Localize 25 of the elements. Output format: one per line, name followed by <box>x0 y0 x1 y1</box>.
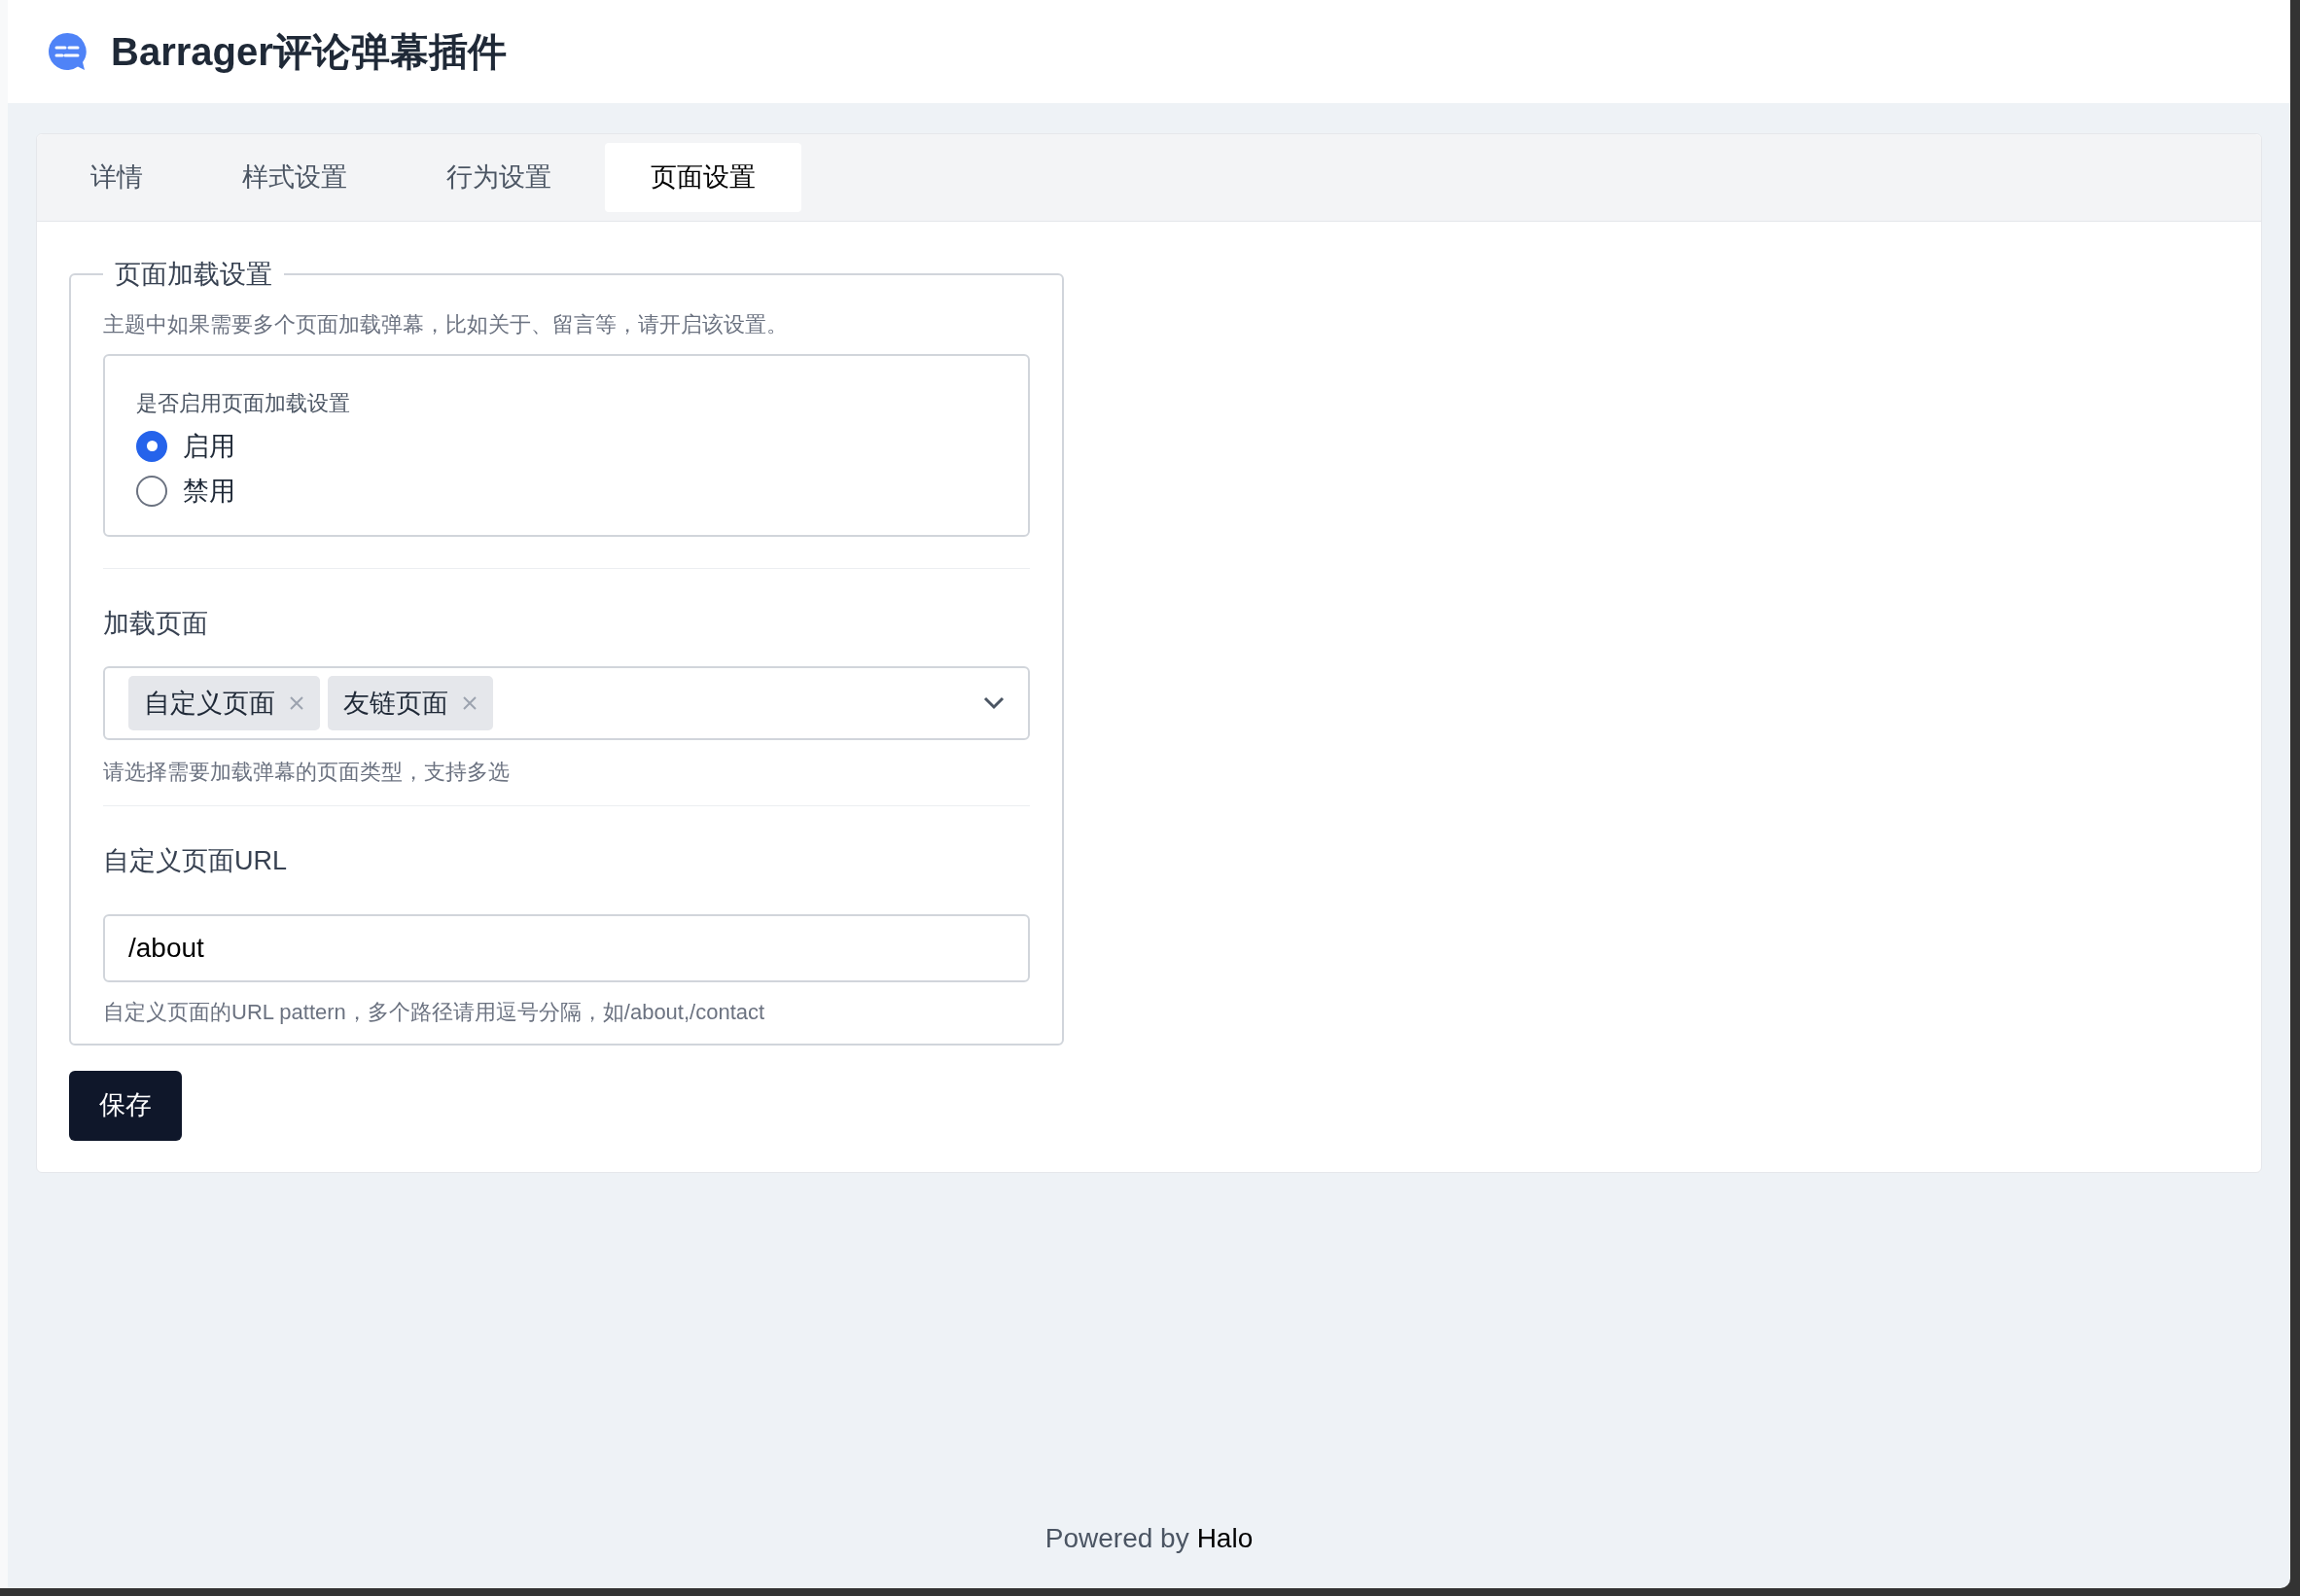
fieldset-description: 主题中如果需要多个页面加载弹幕，比如关于、留言等，请开启该设置。 <box>103 310 789 338</box>
tab[interactable]: 页面设置 <box>605 143 801 212</box>
tab[interactable]: 样式设置 <box>196 143 393 212</box>
radio-option[interactable]: 启用 <box>136 426 997 466</box>
radio-button[interactable] <box>136 476 167 508</box>
field-label: 加载页面 <box>103 607 209 640</box>
tab[interactable]: 行为设置 <box>401 143 597 212</box>
footer-text: Powered by <box>1044 1522 1189 1555</box>
radio-option[interactable]: 禁用 <box>136 472 997 512</box>
radio-button[interactable] <box>136 430 167 462</box>
tab[interactable]: 详情 <box>45 143 189 212</box>
app-title: Barrager评论弹幕插件 <box>111 29 507 75</box>
radio-group-label: 是否启用页面加载设置 <box>136 389 351 417</box>
help-text: 请选择需要加载弹幕的页面类型，支持多选 <box>103 759 511 786</box>
multi-select-field[interactable]: 自定义页面 友链页面 <box>103 666 1030 740</box>
tag-label: 自定义页面 <box>144 687 275 720</box>
chat-bubble-icon <box>47 31 88 72</box>
fieldset-legend: 页面加载设置 <box>103 255 284 295</box>
footer-link[interactable]: Halo <box>1196 1518 1254 1559</box>
field-label: 自定义页面URL <box>103 845 288 877</box>
help-text: 自定义页面的URL pattern，多个路径请用逗号分隔，如/about,/contact <box>103 998 766 1026</box>
save-button[interactable]: 保存 <box>69 1070 182 1141</box>
chevron-down-icon[interactable] <box>983 696 1005 710</box>
tag-label: 友链页面 <box>343 687 448 720</box>
url-input-field[interactable]: /about <box>103 913 1030 982</box>
